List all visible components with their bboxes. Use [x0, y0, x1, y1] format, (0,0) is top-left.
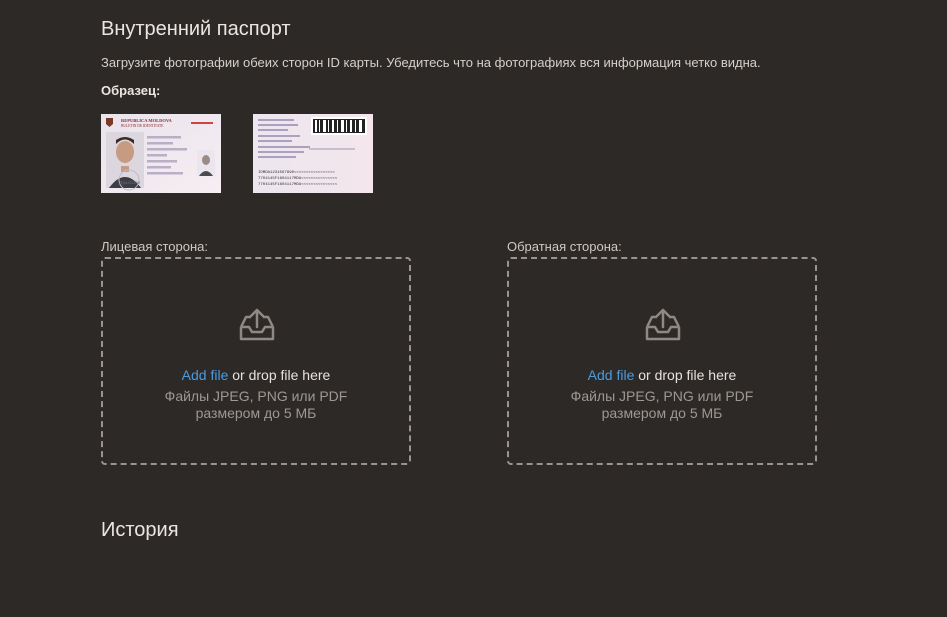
history-title: История	[101, 519, 179, 541]
inbox-upload-icon	[645, 308, 681, 341]
front-side-label: Лицевая сторона:	[101, 239, 208, 254]
front-side-dropzone[interactable]: Add file or drop file here Файлы JPEG, P…	[101, 257, 411, 465]
file-types-hint: Файлы JPEG, PNG или PDF	[164, 388, 348, 404]
file-size-hint: размером до 5 МБ	[195, 405, 317, 421]
svg-text:Ajustare: Ajustare	[118, 180, 140, 186]
inbox-upload-icon	[239, 308, 275, 341]
svg-text:7704145F1604117MDA<<<<<<<<<<<<: 7704145F1604117MDA<<<<<<<<<<<<<<<	[258, 182, 338, 187]
dropzone-prompt: Add file or drop file here	[103, 367, 409, 383]
sample-label: Образец:	[101, 83, 161, 98]
instructions-text: Загрузите фотографии обеих сторон ID кар…	[101, 55, 761, 70]
dropzone-prompt: Add file or drop file here	[509, 367, 815, 383]
svg-text:BULETIN DE IDENTITATE: BULETIN DE IDENTITATE	[121, 124, 164, 128]
page-title: Внутренний паспорт	[101, 18, 291, 40]
drop-text: or drop file here	[634, 367, 737, 383]
file-types-hint: Файлы JPEG, PNG или PDF	[570, 388, 754, 404]
back-side-dropzone[interactable]: Add file or drop file here Файлы JPEG, P…	[507, 257, 817, 465]
add-file-link[interactable]: Add file	[182, 367, 229, 383]
sample-id-back-image: IDMDA1234567890<<<<<<<<<<<<<<<<< 7704145…	[253, 114, 373, 193]
file-size-hint: размером до 5 МБ	[601, 405, 723, 421]
svg-text:7704145F1604117MDA<<<<<<<<<<<<: 7704145F1604117MDA<<<<<<<<<<<<<<<	[258, 176, 338, 181]
svg-text:IDMDA1234567890<<<<<<<<<<<<<<<: IDMDA1234567890<<<<<<<<<<<<<<<<<	[258, 170, 335, 175]
svg-text:REPUBLICA MOLDOVA: REPUBLICA MOLDOVA	[121, 118, 173, 123]
drop-text: or drop file here	[228, 367, 331, 383]
add-file-link[interactable]: Add file	[588, 367, 635, 383]
page: Внутренний паспорт Загрузите фотографии …	[0, 0, 947, 617]
back-side-label: Обратная сторона:	[507, 239, 622, 254]
barcode-icon	[311, 117, 367, 135]
sample-id-front-image: REPUBLICA MOLDOVA BULETIN DE IDENTITATE …	[101, 114, 221, 193]
